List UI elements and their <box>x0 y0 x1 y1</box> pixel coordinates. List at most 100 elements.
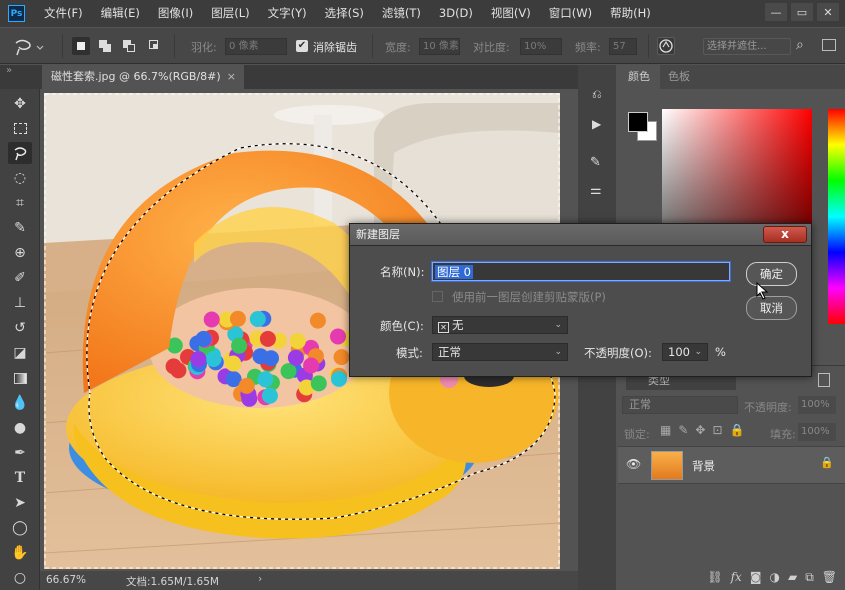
new-group-icon[interactable]: ▰ <box>788 570 797 584</box>
pen-tool-icon[interactable]: ✒ <box>8 442 32 464</box>
status-menu-icon[interactable]: › <box>258 573 262 585</box>
add-mask-icon[interactable]: ◙ <box>750 570 762 584</box>
menu-window[interactable]: 窗口(W) <box>540 0 601 27</box>
select-and-mask-button[interactable]: 选择并遮住... <box>703 38 791 55</box>
eyedropper-tool-icon[interactable]: ✎ <box>8 217 32 239</box>
delete-layer-icon[interactable]: 🗑 <box>822 570 837 584</box>
pen-pressure-icon[interactable] <box>657 37 675 55</box>
history-panel-icon[interactable]: ⎌ <box>592 87 602 102</box>
clipping-mask-label: 使用前一图层创建剪贴蒙版(P) <box>452 290 606 304</box>
fill-input[interactable]: 100% <box>798 423 836 441</box>
new-layer-icon[interactable]: ⧉ <box>805 570 814 585</box>
menu-type[interactable]: 文字(Y) <box>259 0 316 27</box>
contrast-input[interactable]: 10% <box>520 38 562 55</box>
ball <box>330 328 346 345</box>
zoom-level[interactable]: 66.67% <box>46 574 86 586</box>
opacity-input[interactable]: 100 ⌄ <box>662 343 708 361</box>
menu-filter[interactable]: 滤镜(T) <box>373 0 430 27</box>
type-tool-icon[interactable]: T <box>8 467 32 489</box>
width-input[interactable]: 10 像素 <box>419 38 460 55</box>
ball <box>289 333 306 349</box>
brush-tool-icon[interactable]: ✐ <box>8 267 32 289</box>
search-icon[interactable]: ⌕ <box>796 37 810 53</box>
menu-view[interactable]: 视图(V) <box>482 0 540 27</box>
antialias-checkbox[interactable]: ✔ <box>296 40 308 52</box>
visibility-eye-icon[interactable]: 👁 <box>626 457 641 471</box>
close-window-icon[interactable]: ✕ <box>817 3 839 21</box>
menu-3d[interactable]: 3D(D) <box>430 0 482 27</box>
layer-opacity-label: 不透明度: <box>744 401 792 414</box>
add-selection-icon[interactable] <box>96 37 114 55</box>
brush-settings-icon[interactable]: ✎ <box>590 155 601 170</box>
history-brush-tool-icon[interactable]: ↺ <box>8 317 32 339</box>
feather-input[interactable]: 0 像素 <box>225 38 287 55</box>
lasso-tool-icon[interactable] <box>8 142 32 164</box>
menu-layer[interactable]: 图层(L) <box>202 0 258 27</box>
adjustment-layer-icon[interactable]: ◑ <box>769 570 779 584</box>
menu-image[interactable]: 图像(I) <box>149 0 202 27</box>
intersect-selection-icon[interactable] <box>146 37 164 55</box>
menu-select[interactable]: 选择(S) <box>316 0 373 27</box>
adjust-panel-icon[interactable]: ⚌ <box>590 183 602 198</box>
chevron-down-icon[interactable]: ⌄ <box>694 344 702 360</box>
hand-tool-icon[interactable]: ✋ <box>8 542 32 564</box>
path-select-tool-icon[interactable]: ➤ <box>8 492 32 514</box>
ball <box>303 357 320 374</box>
layer-name-value: 图层 0 <box>435 265 473 279</box>
dialog-close-button[interactable]: x <box>763 226 807 243</box>
collapse-arrows-icon[interactable]: » <box>6 65 12 76</box>
lock-options-icons[interactable]: ▦✎✥⊡🔒 <box>660 423 751 437</box>
layer-row[interactable]: 👁 背景 🔒 <box>618 446 845 484</box>
hue-slider[interactable] <box>828 109 845 324</box>
healing-brush-tool-icon[interactable]: ⊕ <box>8 242 32 264</box>
magnetic-lasso-preset-icon[interactable] <box>12 37 46 57</box>
frequency-input[interactable]: 57 <box>609 38 637 55</box>
layer-name-input[interactable]: 图层 0 <box>432 262 730 281</box>
menu-help[interactable]: 帮助(H) <box>601 0 660 27</box>
blend-mode-select[interactable]: 正常 <box>622 396 738 414</box>
clipping-mask-checkbox[interactable] <box>432 291 443 302</box>
tab-color[interactable]: 颜色 <box>618 65 660 89</box>
layer-name[interactable]: 背景 <box>692 458 715 474</box>
new-selection-icon[interactable] <box>72 37 90 55</box>
tools-panel: ✥ ◌ ⌗ ✎ ⊕ ✐ ⊥ ↺ ◪ 💧 ● ✒ T ➤ ◯ ✋ ○ <box>0 89 40 590</box>
link-layers-icon[interactable]: ⛓ <box>707 570 722 584</box>
document-tab-title: 磁性套索.jpg @ 66.7%(RGB/8#) <box>51 70 221 83</box>
tab-close-icon[interactable]: × <box>227 65 236 89</box>
menu-bar: Ps 文件(F) 编辑(E) 图像(I) 图层(L) 文字(Y) 选择(S) 滤… <box>0 0 845 27</box>
quick-select-tool-icon[interactable]: ◌ <box>8 167 32 189</box>
ellipse-tool-icon[interactable]: ◯ <box>8 517 32 539</box>
actions-play-icon[interactable]: ▶ <box>592 117 601 131</box>
frequency-label: 频率: <box>575 41 601 54</box>
marquee-tool-icon[interactable] <box>8 117 32 139</box>
menu-edit[interactable]: 编辑(E) <box>92 0 149 27</box>
cancel-button[interactable]: 取消 <box>746 296 797 320</box>
ok-button[interactable]: 确定 <box>746 262 797 286</box>
filter-toggle-icon[interactable] <box>818 373 830 387</box>
subtract-selection-icon[interactable] <box>120 37 138 55</box>
workspace-icon[interactable] <box>822 39 836 51</box>
no-color-swatch-icon: ✕ <box>438 322 449 333</box>
maximize-icon[interactable]: ▭ <box>791 3 813 21</box>
minimize-icon[interactable]: — <box>765 3 787 21</box>
menu-file[interactable]: 文件(F) <box>35 0 92 27</box>
mode-label: 模式: <box>396 346 423 360</box>
zoom-tool-icon[interactable]: ○ <box>8 567 32 589</box>
blur-tool-icon[interactable]: 💧 <box>8 392 32 414</box>
tab-swatches[interactable]: 色板 <box>658 65 700 89</box>
clone-stamp-tool-icon[interactable]: ⊥ <box>8 292 32 314</box>
dodge-tool-icon[interactable]: ● <box>8 417 32 439</box>
gradient-tool-icon[interactable] <box>8 367 32 389</box>
layers-panel: 类型 正常 不透明度: 100% 锁定: ▦✎✥⊡🔒 填充: 100% 👁 背景… <box>618 365 845 590</box>
layer-opacity-input[interactable]: 100% <box>798 396 836 414</box>
crop-tool-icon[interactable]: ⌗ <box>8 192 32 214</box>
ball <box>195 330 212 347</box>
move-tool-icon[interactable]: ✥ <box>8 93 32 115</box>
layer-style-icon[interactable]: fx <box>731 570 742 584</box>
ball <box>165 358 182 375</box>
foreground-color-swatch[interactable] <box>628 112 648 132</box>
document-tab[interactable]: 磁性套索.jpg @ 66.7%(RGB/8#) × <box>42 65 244 89</box>
color-select[interactable]: ✕ 无 ⌄ <box>432 316 568 334</box>
eraser-tool-icon[interactable]: ◪ <box>8 342 32 364</box>
mode-select[interactable]: 正常 ⌄ <box>432 343 568 361</box>
